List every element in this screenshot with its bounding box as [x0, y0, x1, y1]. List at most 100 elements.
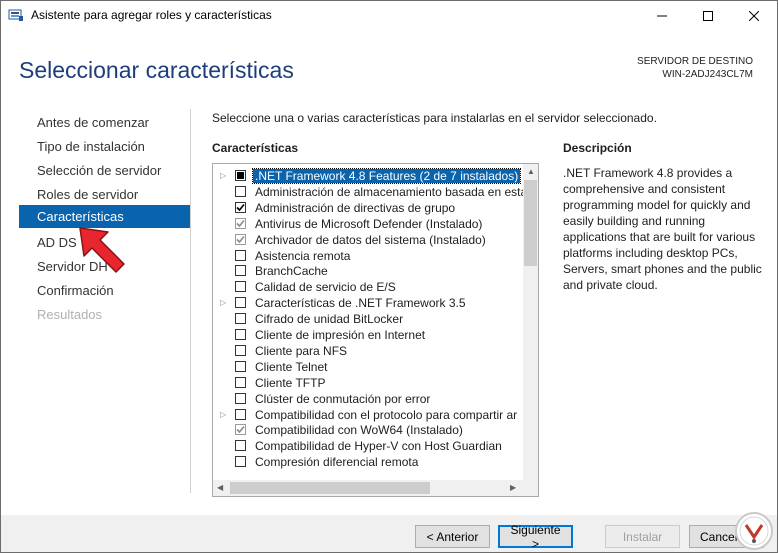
feature-row[interactable]: Antivirus de Microsoft Defender (Instala…: [213, 216, 523, 232]
feature-row[interactable]: Cifrado de unidad BitLocker: [213, 311, 523, 327]
feature-checkbox[interactable]: [235, 297, 246, 309]
nav-item-caracteristicas[interactable]: Características: [19, 205, 190, 228]
feature-label: BranchCache: [255, 264, 328, 279]
horizontal-scroll-thumb[interactable]: [230, 482, 430, 494]
nav-item-roles-servidor[interactable]: Roles de servidor: [37, 187, 138, 202]
expand-icon[interactable]: ▷: [220, 297, 230, 309]
feature-label: Cliente de impresión en Internet: [255, 328, 426, 342]
scroll-up-icon[interactable]: ▲: [527, 167, 535, 176]
feature-checkbox: [235, 233, 246, 245]
minimize-button[interactable]: [639, 1, 685, 31]
vertical-scrollbar[interactable]: ▲: [523, 164, 538, 480]
feature-checkbox[interactable]: [235, 201, 246, 213]
feature-checkbox[interactable]: [235, 376, 246, 388]
feature-label: Cliente TFTP: [255, 375, 326, 390]
feature-label: Calidad de servicio de E/S: [255, 280, 396, 295]
partial-check-icon: [237, 172, 244, 179]
feature-row[interactable]: ▷ .NET Framework 4.8 Features (2 de 7 ins…: [213, 168, 523, 184]
feature-row[interactable]: Compatibilidad con WoW64 (Instalado): [213, 422, 523, 438]
maximize-icon: [703, 11, 713, 21]
feature-row[interactable]: Cliente Telnet: [213, 359, 523, 375]
scroll-right-icon[interactable]: ▶: [510, 483, 516, 492]
feature-checkbox: [235, 217, 246, 229]
wizard-footer: < Anterior Siguiente > Instalar Cancelar: [1, 515, 777, 552]
nav-item-confirmacion[interactable]: Confirmación: [37, 283, 114, 298]
check-icon: [236, 219, 245, 227]
feature-row[interactable]: BranchCache: [213, 263, 523, 279]
nav-item-resultados: Resultados: [37, 307, 103, 322]
close-button[interactable]: [731, 1, 777, 31]
feature-row[interactable]: Administración de directivas de grupo: [213, 200, 523, 216]
feature-row[interactable]: Compresión diferencial remota: [213, 454, 523, 470]
scroll-left-icon[interactable]: ◀: [217, 483, 223, 492]
feature-checkbox[interactable]: [235, 170, 246, 181]
feature-checkbox[interactable]: [235, 392, 246, 404]
window-title: Asistente para agregar roles y caracterí…: [31, 8, 272, 22]
feature-checkbox[interactable]: [235, 360, 246, 372]
feature-checkbox[interactable]: [235, 329, 246, 340]
expand-icon[interactable]: ▷: [220, 409, 230, 421]
feature-label: Compresión diferencial remota: [255, 455, 419, 470]
features-heading: Características: [212, 141, 299, 155]
feature-label: Compatibilidad con el protocolo para com…: [255, 407, 518, 422]
feature-row[interactable]: Compatibilidad de Hyper-V con Host Guard…: [213, 438, 523, 454]
server-manager-icon: [8, 9, 23, 21]
wizard-header: Seleccionar características SERVIDOR DE …: [1, 31, 777, 103]
feature-label: Cifrado de unidad BitLocker: [255, 312, 404, 327]
feature-row[interactable]: Calidad de servicio de E/S: [213, 279, 523, 295]
check-icon: [236, 426, 245, 434]
feature-row[interactable]: Cliente para NFS: [213, 343, 523, 359]
feature-label: Compatibilidad con WoW64 (Instalado): [255, 423, 463, 438]
feature-checkbox[interactable]: [235, 408, 246, 420]
next-button[interactable]: Siguiente >: [498, 523, 573, 551]
wizard-content: Antes de comenzar Tipo de instalación Se…: [1, 103, 777, 515]
description-text: .NET Framework 4.8 provides a comprehens…: [563, 166, 762, 292]
nav-item-antes-de-comenzar[interactable]: Antes de comenzar: [37, 115, 149, 130]
nav-item-label: Características: [37, 209, 124, 224]
nav-item-ad-ds[interactable]: AD DS: [37, 235, 77, 250]
vertical-scroll-thumb[interactable]: [524, 180, 537, 266]
feature-label: Administración de directivas de grupo: [255, 200, 456, 215]
features-tree[interactable]: Compresión diferencial remota Compatibili…: [212, 163, 539, 497]
check-icon: [236, 235, 245, 243]
feature-label: Cliente para NFS: [255, 343, 348, 358]
feature-row[interactable]: Clúster de conmutación por error: [213, 391, 523, 407]
nav-item-tipo-instalacion[interactable]: Tipo de instalación: [37, 139, 145, 154]
feature-row[interactable]: Asistencia remota: [213, 248, 523, 264]
destination-server-label: SERVIDOR DE DESTINO: [637, 56, 753, 67]
feature-row[interactable]: Administración de almacenamiento basada …: [213, 184, 527, 200]
feature-checkbox: [235, 424, 246, 436]
page-title: Seleccionar características: [19, 57, 294, 83]
feature-label: Clúster de conmutación por error: [255, 391, 431, 406]
site-logo-icon: [735, 512, 773, 550]
horizontal-scrollbar[interactable]: ◀ ▶: [213, 480, 538, 496]
feature-row[interactable]: ▷ Características de .NET Framework 3.5: [213, 295, 523, 311]
expand-icon[interactable]: ▷: [220, 170, 230, 182]
feature-row[interactable]: Archivador de datos del sistema (Instala…: [213, 232, 523, 248]
feature-row[interactable]: Cliente de impresión en Internet: [213, 327, 523, 343]
feature-checkbox[interactable]: [235, 456, 246, 468]
feature-label: Asistencia remota: [255, 248, 351, 263]
feature-label: .NET Framework 4.8 Features (2 de 7 inst…: [251, 168, 522, 184]
feature-checkbox[interactable]: [235, 313, 246, 325]
feature-checkbox[interactable]: [235, 281, 246, 293]
feature-row[interactable]: ▷ Compatibilidad con el protocolo para co…: [213, 407, 523, 423]
title-bar: Asistente para agregar roles y caracterí…: [1, 1, 777, 31]
feature-label: Archivador de datos del sistema (Instala…: [255, 232, 486, 247]
feature-label: Compatibilidad de Hyper-V con Host Guard…: [255, 439, 502, 454]
destination-server-name: WIN-2ADJ243CL7M: [662, 69, 753, 80]
feature-checkbox[interactable]: [235, 344, 246, 356]
previous-button[interactable]: < Anterior: [415, 525, 490, 548]
nav-item-seleccion-servidor[interactable]: Selección de servidor: [37, 163, 161, 178]
install-button: Instalar: [605, 525, 680, 548]
feature-checkbox[interactable]: [235, 265, 246, 277]
maximize-button[interactable]: [685, 1, 731, 31]
close-icon: [749, 11, 759, 21]
feature-row[interactable]: Cliente TFTP: [213, 375, 523, 391]
feature-checkbox[interactable]: [235, 249, 246, 261]
red-pointer-arrow-icon: [79, 227, 125, 273]
feature-checkbox[interactable]: [235, 185, 246, 197]
feature-label: Antivirus de Microsoft Defender (Instala…: [255, 216, 483, 231]
feature-checkbox[interactable]: [235, 440, 246, 452]
description-heading: Descripción: [563, 141, 632, 155]
